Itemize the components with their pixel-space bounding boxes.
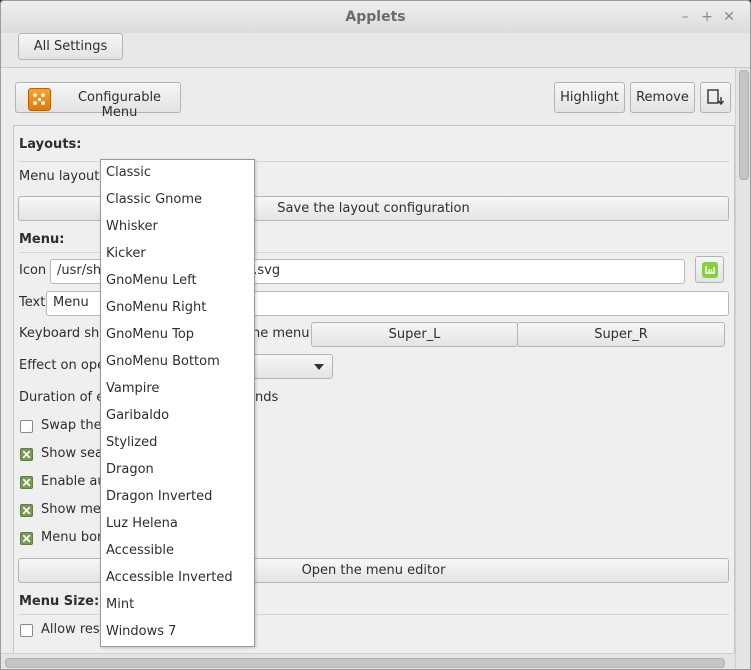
layout-option[interactable]: Kicker xyxy=(106,246,146,261)
layout-option[interactable]: Vampire xyxy=(106,381,159,396)
layout-option[interactable]: Dragon Inverted xyxy=(106,489,212,504)
vertical-scrollbar[interactable] xyxy=(735,68,750,669)
layout-option[interactable]: Mint xyxy=(106,597,134,612)
menu-title: Menu: xyxy=(19,232,65,247)
menu-size-title: Menu Size: xyxy=(19,594,100,609)
applet-menu-icon xyxy=(28,88,51,111)
choose-icon-button[interactable] xyxy=(695,256,724,283)
close-icon[interactable]: ✕ xyxy=(722,10,736,24)
horizontal-scrollbar[interactable] xyxy=(1,653,735,669)
menu-border-checkbox[interactable] xyxy=(20,532,33,545)
effect-select[interactable] xyxy=(244,354,333,379)
all-settings-button[interactable]: All Settings xyxy=(18,33,123,60)
swap-label: Swap the xyxy=(41,418,102,433)
window-title: Applets xyxy=(345,9,406,25)
keybinding-1-button[interactable]: Super_L xyxy=(311,322,518,347)
swap-checkbox[interactable] xyxy=(20,420,33,433)
layout-option[interactable]: GnoMenu Right xyxy=(106,300,206,315)
applet-options-button[interactable] xyxy=(700,82,731,113)
layout-option[interactable]: Garibaldo xyxy=(106,408,169,423)
enable-auto-label: Enable au xyxy=(41,474,106,489)
maximize-icon[interactable]: + xyxy=(700,10,714,24)
toolbar: All Settings xyxy=(1,33,750,68)
effect-label: Effect on ope xyxy=(19,358,106,373)
minimize-icon[interactable]: – xyxy=(678,10,692,24)
applet-button[interactable]: Configurable Menu xyxy=(15,82,181,120)
enable-auto-checkbox[interactable] xyxy=(20,476,33,489)
mint-logo-icon xyxy=(702,262,718,278)
layout-option[interactable]: Stylized xyxy=(106,435,157,450)
highlight-button[interactable]: Highlight xyxy=(554,82,625,113)
layout-option[interactable]: GnoMenu Left xyxy=(106,273,197,288)
scrollbar-thumb[interactable] xyxy=(739,70,749,180)
chevron-down-icon xyxy=(314,364,324,370)
keyboard-label-start: Keyboard sho xyxy=(19,326,108,341)
title-bar: Applets – + ✕ xyxy=(1,1,750,33)
layout-option[interactable]: Accessible Inverted xyxy=(106,570,233,585)
icon-label: Icon xyxy=(19,263,47,278)
layout-option[interactable]: Classic Gnome xyxy=(106,192,202,207)
layout-option[interactable]: Accessible xyxy=(106,543,174,558)
layout-option[interactable]: Dragon xyxy=(106,462,154,477)
layout-option[interactable]: Whisker xyxy=(106,219,158,234)
duration-label-start: Duration of ef xyxy=(19,390,109,405)
layout-option[interactable]: Luz Helena xyxy=(106,516,178,531)
show-search-checkbox[interactable] xyxy=(20,448,33,461)
layouts-title: Layouts: xyxy=(19,137,82,152)
keyboard-label-end: he menu xyxy=(252,326,310,341)
menu-layout-dropdown: Classic Classic Gnome Whisker Kicker Gno… xyxy=(100,159,255,647)
show-menu-label: Show mer xyxy=(41,502,107,517)
layout-option[interactable]: GnoMenu Top xyxy=(106,327,194,342)
text-label: Text xyxy=(19,295,46,310)
applet-name: Configurable Menu xyxy=(77,90,162,120)
show-search-label: Show sear xyxy=(41,446,109,461)
keybinding-2-button[interactable]: Super_R xyxy=(517,322,725,347)
layout-option[interactable]: Classic xyxy=(106,165,151,180)
export-icon xyxy=(707,89,725,106)
show-menu-checkbox[interactable] xyxy=(20,504,33,517)
duration-label-end: nds xyxy=(255,390,279,405)
remove-button[interactable]: Remove xyxy=(630,82,695,113)
menu-layout-label: Menu layout: xyxy=(19,169,104,184)
layout-option[interactable]: Windows 7 xyxy=(106,624,176,639)
layout-option[interactable]: GnoMenu Bottom xyxy=(106,354,220,369)
horizontal-scrollbar-thumb[interactable] xyxy=(5,658,725,668)
allow-resize-checkbox[interactable] xyxy=(20,624,33,637)
